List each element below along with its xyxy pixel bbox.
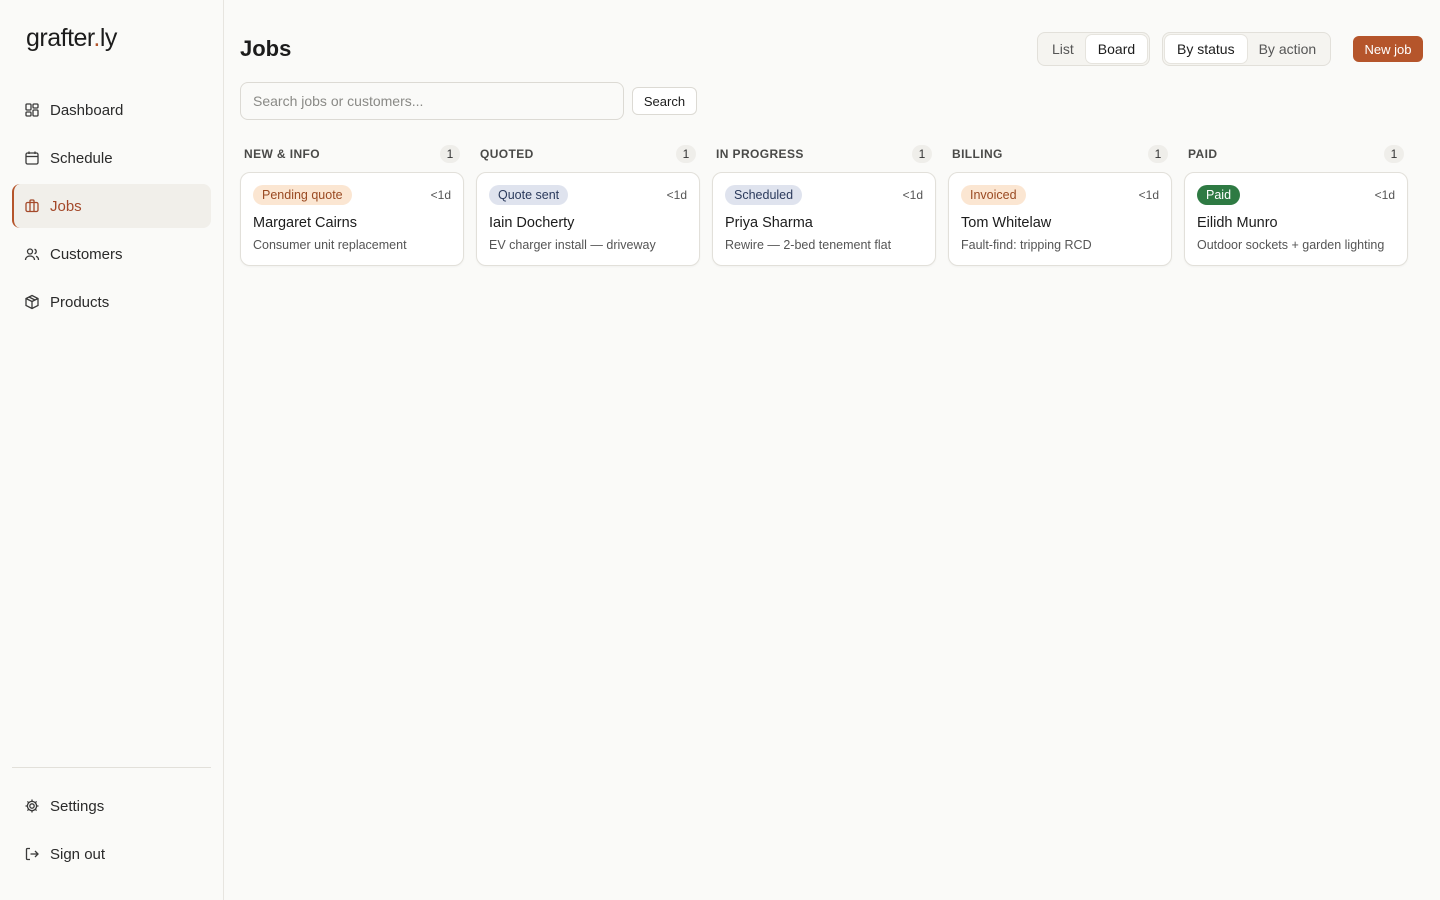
customer-name: Iain Docherty — [489, 215, 575, 231]
sidebar-item-schedule[interactable]: Schedule — [12, 136, 211, 180]
sidebar-item-customers[interactable]: Customers — [12, 232, 211, 276]
job-card[interactable]: Pending quote <1d Margaret Cairns Consum… — [240, 172, 464, 266]
column-count-badge: 1 — [676, 145, 696, 163]
status-badge: Invoiced — [961, 185, 1026, 205]
sidebar-divider — [12, 767, 211, 768]
sidebar-item-dashboard[interactable]: Dashboard — [12, 88, 211, 132]
customer-name: Margaret Cairns — [253, 215, 357, 231]
by-status-button[interactable]: By status — [1165, 35, 1247, 63]
sidebar-item-products[interactable]: Products — [12, 280, 211, 324]
sidebar-item-label: Jobs — [50, 197, 82, 215]
sidebar-item-label: Dashboard — [50, 101, 124, 119]
column-title: PAID — [1188, 147, 1218, 161]
status-badge: Paid — [1197, 185, 1241, 205]
sidebar: grafter.ly Dashboard Schedule Jobs Custo… — [0, 0, 224, 900]
customer-name: Tom Whitelaw — [961, 215, 1052, 231]
page-title: Jobs — [240, 36, 292, 61]
view-toggle: List Board — [1037, 32, 1151, 66]
users-icon — [24, 246, 40, 262]
column-title: QUOTED — [480, 147, 534, 161]
sidebar-item-label: Products — [50, 293, 110, 311]
job-card[interactable]: Quote sent <1d Iain Docherty EV charger … — [476, 172, 700, 266]
list-view-button[interactable]: List — [1040, 35, 1086, 63]
search-button[interactable]: Search — [632, 87, 697, 115]
by-action-button[interactable]: By action — [1247, 35, 1329, 63]
job-description: Consumer unit replacement — [253, 238, 407, 252]
column-title: IN PROGRESS — [716, 147, 804, 161]
board-view-button[interactable]: Board — [1085, 35, 1148, 63]
column-title: NEW & INFO — [244, 147, 320, 161]
column-count-badge: 1 — [912, 145, 932, 163]
logo-suffix: ly — [99, 24, 118, 52]
job-age: <1d — [666, 188, 687, 202]
column-count-badge: 1 — [1384, 145, 1404, 163]
job-card[interactable]: Scheduled <1d Priya Sharma Rewire — 2-be… — [712, 172, 936, 266]
job-description: EV charger install — driveway — [489, 238, 656, 252]
app-logo[interactable]: grafter.ly — [26, 24, 117, 53]
box-icon — [24, 294, 40, 310]
sidebar-item-jobs[interactable]: Jobs — [12, 184, 211, 228]
column-header-billing: BILLING 1 — [952, 145, 1168, 163]
logo-prefix: grafter — [26, 24, 94, 52]
column-header-in-progress: IN PROGRESS 1 — [716, 145, 932, 163]
job-age: <1d — [430, 188, 451, 202]
new-job-button[interactable]: New job — [1353, 36, 1423, 62]
sidebar-item-label: Sign out — [50, 845, 106, 863]
column-count-badge: 1 — [440, 145, 460, 163]
column-header-new-info: NEW & INFO 1 — [244, 145, 460, 163]
job-age: <1d — [1138, 188, 1159, 202]
job-age: <1d — [902, 188, 923, 202]
status-badge: Scheduled — [725, 185, 803, 205]
customer-name: Eilidh Munro — [1197, 215, 1278, 231]
job-card[interactable]: Invoiced <1d Tom Whitelaw Fault-find: tr… — [948, 172, 1172, 266]
sidebar-item-settings[interactable]: Settings — [12, 784, 211, 828]
status-badge: Quote sent — [489, 185, 569, 205]
column-title: BILLING — [952, 147, 1003, 161]
status-badge: Pending quote — [253, 185, 352, 205]
job-age: <1d — [1374, 188, 1395, 202]
sign-out-icon — [24, 846, 40, 862]
sidebar-item-sign-out[interactable]: Sign out — [12, 832, 211, 876]
sidebar-item-label: Customers — [50, 245, 123, 263]
gear-icon — [24, 798, 40, 814]
column-count-badge: 1 — [1148, 145, 1168, 163]
sidebar-item-label: Schedule — [50, 149, 113, 167]
column-header-quoted: QUOTED 1 — [480, 145, 696, 163]
customer-name: Priya Sharma — [725, 215, 813, 231]
dashboard-icon — [24, 102, 40, 118]
job-card[interactable]: Paid <1d Eilidh Munro Outdoor sockets + … — [1184, 172, 1408, 266]
sidebar-item-label: Settings — [50, 797, 105, 815]
search-input[interactable] — [240, 82, 624, 120]
job-description: Rewire — 2-bed tenement flat — [725, 238, 892, 252]
calendar-icon — [24, 150, 40, 166]
group-toggle: By status By action — [1162, 32, 1332, 66]
briefcase-icon — [24, 198, 40, 214]
column-header-paid: PAID 1 — [1188, 145, 1404, 163]
job-description: Outdoor sockets + garden lighting — [1197, 238, 1385, 252]
job-description: Fault-find: tripping RCD — [961, 238, 1092, 252]
